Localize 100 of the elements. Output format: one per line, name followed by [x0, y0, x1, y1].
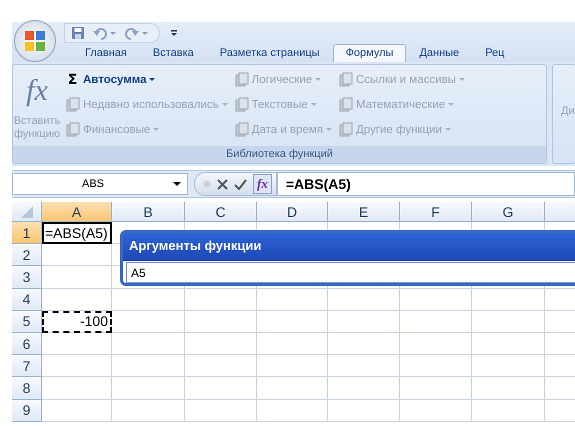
table-cell[interactable] [472, 332, 545, 356]
table-cell[interactable] [257, 288, 328, 311]
row-header[interactable]: 5 [12, 310, 42, 333]
table-cell[interactable] [112, 332, 185, 356]
cancel-icon[interactable] [217, 178, 228, 190]
table-cell[interactable]: =ABS(A5) [42, 222, 112, 244]
book-icon [338, 122, 353, 137]
table-cell[interactable] [257, 332, 328, 356]
row-header[interactable]: 8 [12, 377, 42, 400]
ribbon-tab[interactable]: Рец [472, 44, 518, 62]
dialog-title: Аргументы функции [128, 237, 262, 255]
row-header[interactable]: 7 [12, 355, 42, 378]
table-cell[interactable] [257, 355, 328, 378]
table-cell[interactable]: -100 [42, 310, 112, 333]
argument-field[interactable]: A5 [126, 262, 575, 283]
table-cell[interactable] [185, 332, 257, 356]
column-header[interactable]: G [472, 202, 545, 222]
dot-icon [203, 180, 211, 188]
ribbon-tab[interactable]: Данные [406, 44, 472, 62]
office-button[interactable] [14, 20, 56, 62]
redo-icon[interactable] [125, 26, 149, 40]
select-all-icon[interactable] [18, 204, 34, 220]
table-cell[interactable] [112, 355, 185, 378]
book-icon [338, 97, 353, 112]
table-cell[interactable] [42, 400, 112, 422]
customize-arrow-icon[interactable] [170, 28, 178, 38]
table-cell[interactable] [185, 400, 257, 422]
table-cell[interactable] [42, 244, 112, 266]
row-header[interactable]: 9 [12, 400, 42, 422]
dropdown-arrow-icon [444, 128, 451, 131]
dropdown-arrow-icon [153, 128, 160, 131]
table-cell[interactable] [185, 310, 257, 333]
dropdown-arrow-icon [173, 182, 181, 186]
column-header[interactable]: F [400, 202, 472, 222]
table-cell[interactable] [112, 400, 185, 422]
table-cell[interactable] [112, 377, 185, 400]
table-cell[interactable] [472, 310, 545, 333]
undo-icon[interactable] [93, 26, 117, 40]
ribbon-tab[interactable]: Формулы [332, 44, 406, 62]
table-cell[interactable] [112, 288, 185, 311]
book-icon [234, 122, 249, 137]
row-header[interactable]: 4 [12, 288, 42, 311]
dropdown-arrow-icon [448, 103, 454, 106]
table-cell[interactable] [328, 400, 400, 422]
table-cell[interactable] [42, 355, 112, 378]
office-logo-icon [24, 30, 46, 52]
table-cell[interactable] [328, 355, 400, 378]
column-header[interactable]: A [42, 202, 112, 222]
table-cell[interactable] [328, 310, 400, 333]
table-cell[interactable] [42, 377, 112, 400]
insert-function-button[interactable]: fx [253, 174, 272, 194]
column-header[interactable]: E [328, 202, 400, 222]
table-cell[interactable] [400, 310, 472, 333]
table-cell[interactable] [400, 377, 472, 400]
column-header[interactable] [545, 202, 575, 222]
table-cell[interactable] [328, 377, 400, 400]
book-icon [338, 72, 353, 87]
ribbon-tab[interactable]: Разметка страницы [206, 44, 333, 62]
table-cell[interactable] [185, 288, 257, 311]
table-cell[interactable] [472, 288, 545, 311]
dropdown-arrow-icon [326, 128, 332, 131]
row-header[interactable]: 2 [12, 244, 42, 266]
formula-field[interactable]: =ABS(A5) [276, 172, 575, 196]
book-icon [65, 122, 80, 137]
table-cell[interactable] [328, 332, 400, 356]
function-category-button[interactable]: Σ Автосумма [65, 69, 228, 90]
group-label: Библиотека функций [13, 146, 546, 163]
book-icon [234, 97, 249, 112]
table-cell[interactable] [257, 310, 328, 333]
table-cell[interactable] [472, 377, 545, 400]
table-cell[interactable] [472, 355, 545, 378]
table-cell[interactable] [400, 355, 472, 378]
ribbon-tab[interactable]: Главная [72, 44, 140, 62]
table-cell[interactable] [257, 400, 328, 422]
table-cell[interactable] [42, 266, 112, 289]
column-header[interactable]: B [112, 202, 185, 222]
book-icon [234, 72, 249, 87]
name-box[interactable]: ABS [12, 173, 188, 195]
table-cell[interactable] [400, 400, 472, 422]
table-cell[interactable] [42, 332, 112, 356]
save-icon[interactable] [71, 26, 85, 40]
ribbon-tab[interactable]: Вставка [140, 44, 207, 62]
table-cell[interactable] [400, 332, 472, 356]
table-cell[interactable] [185, 377, 257, 400]
table-cell[interactable] [472, 400, 545, 422]
table-cell[interactable] [328, 288, 400, 311]
check-icon[interactable] [234, 178, 247, 190]
table-cell[interactable] [185, 355, 257, 378]
table-cell[interactable] [112, 310, 185, 333]
table-cell[interactable] [400, 288, 472, 311]
dropdown-arrow-icon [310, 103, 317, 106]
column-header[interactable]: C [185, 202, 257, 222]
column-header[interactable]: D [257, 202, 328, 222]
table-cell[interactable] [42, 288, 112, 311]
dropdown-arrow-icon [315, 78, 322, 81]
dropdown-arrow-icon [222, 103, 228, 106]
row-header[interactable]: 6 [12, 332, 42, 356]
row-header[interactable]: 1 [12, 222, 42, 244]
table-cell[interactable] [257, 377, 328, 400]
row-header[interactable]: 3 [12, 266, 42, 289]
